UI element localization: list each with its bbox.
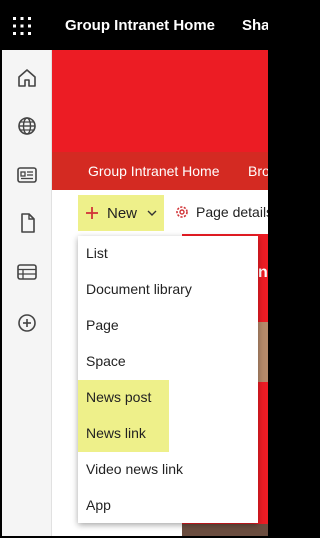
suite-header: Group Intranet Home Sha (2, 2, 268, 50)
site-header-banner (52, 50, 268, 152)
list-icon[interactable] (15, 260, 39, 284)
chevron-down-icon (147, 210, 157, 216)
menu-item-document-library[interactable]: Document library (78, 272, 258, 308)
menu-item-label: App (86, 497, 111, 513)
site-navigation: Group Intranet Home Bro (52, 152, 268, 190)
menu-item-news-post[interactable]: News post (78, 380, 258, 416)
menu-item-label: List (86, 245, 108, 261)
left-app-bar (2, 50, 52, 536)
share-link[interactable]: Sha (242, 17, 268, 34)
menu-item-label: News link (86, 425, 146, 441)
page-details-button[interactable]: Page details (174, 204, 268, 220)
app-title[interactable]: Group Intranet Home (65, 17, 215, 34)
menu-item-news-link[interactable]: News link (78, 416, 258, 452)
nav-item-partial[interactable]: Bro (248, 163, 268, 179)
hero-webpart-title: n (258, 264, 268, 281)
menu-item-label: Space (86, 353, 126, 369)
command-bar: New Page details (52, 190, 268, 234)
menu-item-label: News post (86, 389, 152, 405)
news-icon[interactable] (15, 163, 39, 187)
gear-icon (176, 206, 188, 218)
new-button-label: New (107, 204, 138, 222)
menu-item-list[interactable]: List (78, 236, 258, 272)
hero-image-thumbnail (257, 322, 268, 382)
document-icon[interactable] (15, 211, 39, 235)
home-icon[interactable] (15, 66, 39, 90)
menu-item-page[interactable]: Page (78, 308, 258, 344)
site-content: Group Intranet Home Bro New Page details… (52, 50, 268, 536)
new-dropdown-menu: List Document library Page Space News po… (78, 236, 258, 523)
hero-image-strip (182, 524, 268, 536)
globe-icon[interactable] (15, 114, 39, 138)
menu-item-label: Video news link (86, 461, 184, 477)
nav-item-group-intranet-home[interactable]: Group Intranet Home (88, 163, 220, 179)
menu-item-video-news-link[interactable]: Video news link (78, 452, 258, 488)
add-icon[interactable] (15, 311, 39, 335)
plus-icon (86, 207, 98, 219)
app-launcher-icon[interactable] (11, 15, 33, 37)
app-frame: Group Intranet Home Sha Group Intranet H… (2, 2, 268, 536)
menu-item-label: Page (86, 317, 119, 333)
new-button[interactable]: New (78, 195, 164, 231)
menu-item-space[interactable]: Space (78, 344, 258, 380)
menu-item-label: Document library (86, 281, 192, 297)
page-details-label: Page details (196, 204, 268, 220)
menu-item-app[interactable]: App (78, 488, 258, 524)
